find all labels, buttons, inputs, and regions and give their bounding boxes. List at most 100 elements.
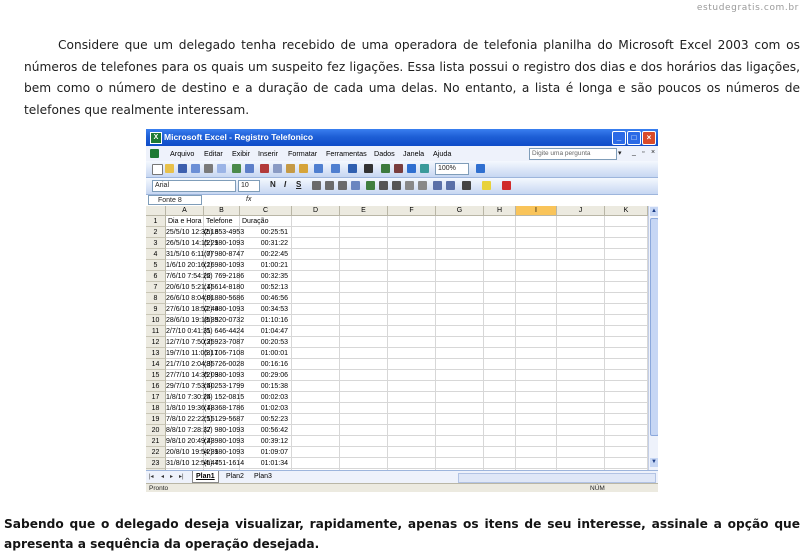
drawing-icon[interactable] xyxy=(420,164,429,173)
menu-editar[interactable]: Editar xyxy=(204,149,223,158)
menu-exibir[interactable]: Exibir xyxy=(232,149,250,158)
table-cell[interactable]: (5) 646-4424 xyxy=(204,326,244,337)
row-header[interactable]: 19 xyxy=(146,414,166,425)
last-sheet-icon[interactable]: ▸| xyxy=(179,473,184,480)
row-header[interactable]: 8 xyxy=(146,293,166,304)
borders-icon[interactable] xyxy=(462,181,471,190)
table-cell[interactable]: 00:02:03 xyxy=(240,392,288,403)
merge-center-icon[interactable] xyxy=(351,181,360,190)
undo-icon[interactable] xyxy=(314,164,323,173)
font-color-icon[interactable] xyxy=(502,181,511,190)
table-cell[interactable]: 27/6/10 18:52:44 xyxy=(166,304,219,315)
table-cell[interactable]: 25/5/10 12:32:16 xyxy=(166,227,219,238)
table-cell[interactable]: 28/6/10 19:18:35 xyxy=(166,315,219,326)
sheet-tab-plan2[interactable]: Plan2 xyxy=(223,471,247,482)
table-cell[interactable]: (3) 106-7108 xyxy=(204,348,244,359)
horizontal-scrollbar[interactable] xyxy=(458,473,656,483)
new-icon[interactable] xyxy=(152,164,163,175)
table-cell[interactable]: (2) 980-1093 xyxy=(204,238,244,249)
table-cell[interactable]: 1/8/10 19:36:48 xyxy=(166,403,215,414)
table-cell[interactable]: 00:25:51 xyxy=(240,227,288,238)
table-cell[interactable]: (5) 129-5687 xyxy=(204,414,244,425)
table-cell[interactable]: 2/7/10 0:41:31 xyxy=(166,326,211,337)
table-cell[interactable]: (5) 451-1614 xyxy=(204,458,244,469)
table-cell[interactable]: (2) 980-1093 xyxy=(204,436,244,447)
menu-formatar[interactable]: Formatar xyxy=(288,149,317,158)
row-header[interactable]: 5 xyxy=(146,260,166,271)
row-header[interactable]: 13 xyxy=(146,348,166,359)
column-header-k[interactable]: K xyxy=(605,206,648,216)
table-cell[interactable]: 00:46:56 xyxy=(240,293,288,304)
table-cell[interactable]: 27/7/10 14:35:03 xyxy=(166,370,219,381)
table-cell[interactable]: 00:29:06 xyxy=(240,370,288,381)
table-cell[interactable]: 1/8/10 7:30:24 xyxy=(166,392,211,403)
table-cell[interactable]: 7/6/10 7:54:22 xyxy=(166,271,211,282)
doc-restore-icon[interactable]: ▫ xyxy=(642,149,644,156)
menu-ferramentas[interactable]: Ferramentas xyxy=(326,149,367,158)
table-cell[interactable]: (1) 614-8180 xyxy=(204,282,244,293)
zoom-select[interactable]: 100% xyxy=(435,163,469,175)
table-cell[interactable]: 19/7/10 11:05:17 xyxy=(166,348,218,359)
minimize-icon[interactable]: _ xyxy=(612,131,626,145)
menu-inserir[interactable]: Inserir xyxy=(258,149,278,158)
row-header[interactable]: 10 xyxy=(146,315,166,326)
table-cell[interactable]: (7) 980-8747 xyxy=(204,249,244,260)
close-icon[interactable]: × xyxy=(642,131,656,145)
column-header-i[interactable]: I xyxy=(516,206,557,216)
print-preview-icon[interactable] xyxy=(217,164,226,173)
row-header[interactable]: 4 xyxy=(146,249,166,260)
cut-icon[interactable] xyxy=(260,164,269,173)
table-cell[interactable]: 01:09:07 xyxy=(240,447,288,458)
font-name-select[interactable]: Arial xyxy=(152,180,236,192)
table-cell[interactable]: (1) 368-1786 xyxy=(204,403,244,414)
align-right-icon[interactable] xyxy=(338,181,347,190)
scroll-down-icon[interactable]: ▼ xyxy=(650,458,658,467)
fill-color-icon[interactable] xyxy=(482,181,491,190)
next-sheet-icon[interactable]: ▸ xyxy=(170,473,173,480)
chart-wizard-icon[interactable] xyxy=(407,164,416,173)
select-all-corner[interactable] xyxy=(146,206,166,216)
table-cell[interactable]: 20/6/10 5:21:45 xyxy=(166,282,215,293)
scroll-up-icon[interactable]: ▲ xyxy=(650,207,658,216)
table-cell[interactable]: (5) 152-0815 xyxy=(204,392,244,403)
row-header[interactable]: 22 xyxy=(146,447,166,458)
redo-icon[interactable] xyxy=(331,164,340,173)
worksheet-grid[interactable]: A B C D E F G H I J K 1 2 3 4 5 6 7 8 9 10 11 12 13 14 15 16 17 18 19… xyxy=(146,206,648,470)
comma-style-icon[interactable] xyxy=(392,181,401,190)
align-center-icon[interactable] xyxy=(325,181,334,190)
column-header-g[interactable]: G xyxy=(436,206,484,216)
table-cell[interactable]: 8/8/10 7:28:37 xyxy=(166,425,211,436)
underline-icon[interactable]: S xyxy=(296,180,301,189)
table-cell[interactable]: (5) 353-4953 xyxy=(204,227,244,238)
table-cell[interactable]: 00:20:53 xyxy=(240,337,288,348)
table-cell[interactable]: (2) 980-1093 xyxy=(204,370,244,381)
table-cell[interactable]: (5) 920-0732 xyxy=(204,315,244,326)
row-header[interactable]: 21 xyxy=(146,436,166,447)
table-cell[interactable]: (6) 769-2186 xyxy=(204,271,244,282)
menu-dados[interactable]: Dados xyxy=(374,149,395,158)
hyperlink-icon[interactable] xyxy=(348,164,357,173)
workbook-icon[interactable] xyxy=(150,149,159,158)
row-header[interactable]: 1 xyxy=(146,216,166,227)
table-cell[interactable]: 7/8/10 22:22:15 xyxy=(166,414,215,425)
table-cell[interactable]: 00:56:42 xyxy=(240,425,288,436)
row-header[interactable]: 23 xyxy=(146,458,166,469)
table-cell[interactable]: 12/7/10 7:50:25 xyxy=(166,337,215,348)
spelling-icon[interactable] xyxy=(232,164,241,173)
currency-icon[interactable] xyxy=(366,181,375,190)
table-cell[interactable]: (2) 980-1093 xyxy=(204,304,244,315)
copy-icon[interactable] xyxy=(273,164,282,173)
table-cell[interactable]: (2) 980-1093 xyxy=(204,260,244,271)
column-header-d[interactable]: D xyxy=(292,206,340,216)
table-cell[interactable]: (5) 253-1799 xyxy=(204,381,244,392)
row-header[interactable]: 16 xyxy=(146,381,166,392)
column-header-f[interactable]: F xyxy=(388,206,436,216)
row-header[interactable]: 18 xyxy=(146,403,166,414)
sheet-tab-plan3[interactable]: Plan3 xyxy=(251,471,275,482)
table-cell[interactable]: (8) 726-0028 xyxy=(204,359,244,370)
row-header[interactable]: 14 xyxy=(146,359,166,370)
table-cell[interactable]: 20/8/10 19:54:31 xyxy=(166,447,219,458)
table-cell[interactable]: 00:31:22 xyxy=(240,238,288,249)
increase-decimal-icon[interactable] xyxy=(405,181,414,190)
doc-close-icon[interactable]: × xyxy=(651,149,655,156)
